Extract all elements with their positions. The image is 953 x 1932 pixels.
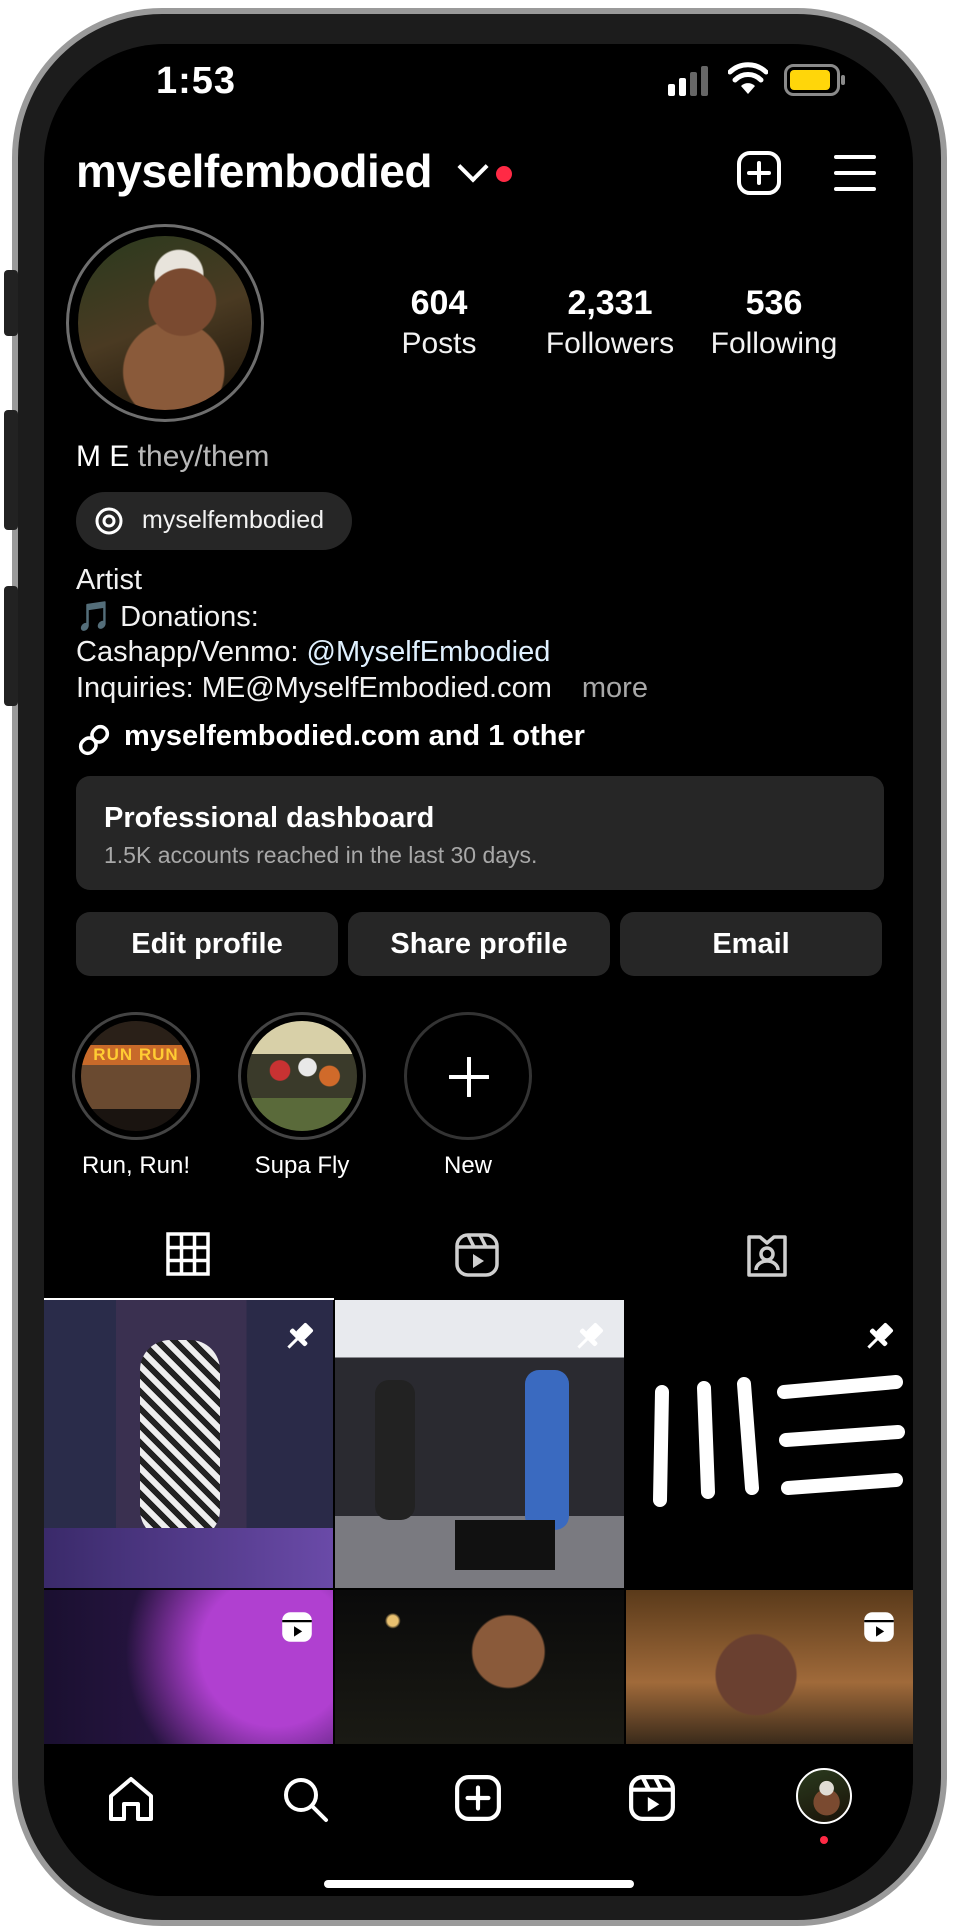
post-speaker [455,1520,555,1570]
threads-handle: myselfembodied [142,506,325,534]
status-time: 1:53 [156,60,237,102]
pin-icon [867,1322,894,1349]
profile-pronouns: they/them [137,440,270,473]
stat-posts-count: 604 [410,284,468,322]
profile-links[interactable]: myselfembodied.com and 1 other [124,720,585,753]
avatar[interactable] [78,236,252,410]
professional-dashboard[interactable]: Professional dashboard 1.5K accounts rea… [76,776,884,890]
menu-icon[interactable] [834,154,876,192]
reels-icon[interactable] [454,1232,500,1278]
home-icon[interactable] [106,1774,156,1824]
reels-icon[interactable] [628,1774,676,1822]
reel-badge-icon [282,1612,312,1642]
stat-posts[interactable]: 604 Posts [384,284,494,361]
bio-mention-link[interactable]: @MyselfEmbodied [307,636,551,668]
wifi-icon [728,62,768,94]
threads-icon [95,507,123,535]
stat-followers-label: Followers [545,327,675,360]
create-icon[interactable] [454,1774,502,1822]
stat-followers[interactable]: 2,331 Followers [530,284,690,361]
profile-name-line: M E they/them [76,440,269,474]
stat-following-count: 536 [745,284,803,322]
highlight-new[interactable]: New [398,1012,538,1180]
stat-posts-label: Posts [401,327,477,360]
screen: 1:53 myselfembodied 604 Posts 2,331 Foll… [44,44,913,1896]
post-floor [44,1528,333,1588]
highlight-cover [238,1012,366,1140]
highlight-label: New [443,1152,492,1179]
post-figure [140,1340,220,1540]
plus-icon [449,1057,489,1097]
tagged-icon[interactable] [744,1232,790,1278]
dashboard-subtitle: 1.5K accounts reached in the last 30 day… [104,842,538,868]
profile-avatar-icon[interactable] [796,1768,852,1824]
profile-notification-dot [820,1836,828,1844]
reel-badge-icon [864,1612,894,1642]
stat-following[interactable]: 536 Following [694,284,854,361]
search-icon[interactable] [280,1774,330,1824]
highlight-supa-fly[interactable]: Supa Fly [232,1012,372,1180]
plus-square-icon[interactable] [736,150,782,196]
battery-icon [784,64,845,96]
profile-category: Artist [76,564,143,596]
stat-following-label: Following [710,327,838,360]
stat-followers-count: 2,331 [567,284,653,322]
chevron-down-icon[interactable] [457,151,489,183]
bio-line-1: 🎵 Donations: [76,601,259,633]
email-button[interactable]: Email [620,912,882,976]
highlight-label: Supa Fly [254,1152,350,1179]
bio-line-3: Inquiries: ME@MyselfEmbodied.com more [76,672,648,705]
username[interactable]: myselfembodied [76,144,433,198]
highlight-cover: RUN RUN [72,1012,200,1140]
profile-name: M E [76,440,130,473]
pin-icon [577,1322,604,1349]
dashboard-title: Professional dashboard [104,802,435,834]
grid-post[interactable] [335,1590,624,1744]
share-profile-button[interactable]: Share profile [348,912,610,976]
link-icon [78,724,110,756]
home-indicator [324,1880,634,1888]
bio-line-2-prefix: Cashapp/Venmo: [76,636,307,668]
grid-icon[interactable] [166,1232,210,1276]
post-figure [525,1370,569,1530]
edit-profile-button[interactable]: Edit profile [76,912,338,976]
signal-icon [668,66,708,96]
notification-dot [496,166,512,182]
post-figure [375,1380,415,1520]
volume-down-button [4,586,18,706]
bio-more-link[interactable]: more [582,672,648,704]
highlight-cover-text: RUN RUN [93,1045,179,1064]
bio-line-2: Cashapp/Venmo: @MyselfEmbodied [76,636,550,669]
new-highlight-circle [404,1012,532,1140]
mute-switch [4,270,18,336]
highlight-run-run[interactable]: RUN RUN Run, Run! [66,1012,206,1180]
threads-badge[interactable]: myselfembodied [76,492,352,550]
volume-up-button [4,410,18,530]
highlight-label: Run, Run! [81,1152,191,1179]
pin-icon [287,1322,314,1349]
bottom-nav [44,1744,913,1896]
bio-line-3-text: Inquiries: ME@MyselfEmbodied.com [76,672,552,704]
